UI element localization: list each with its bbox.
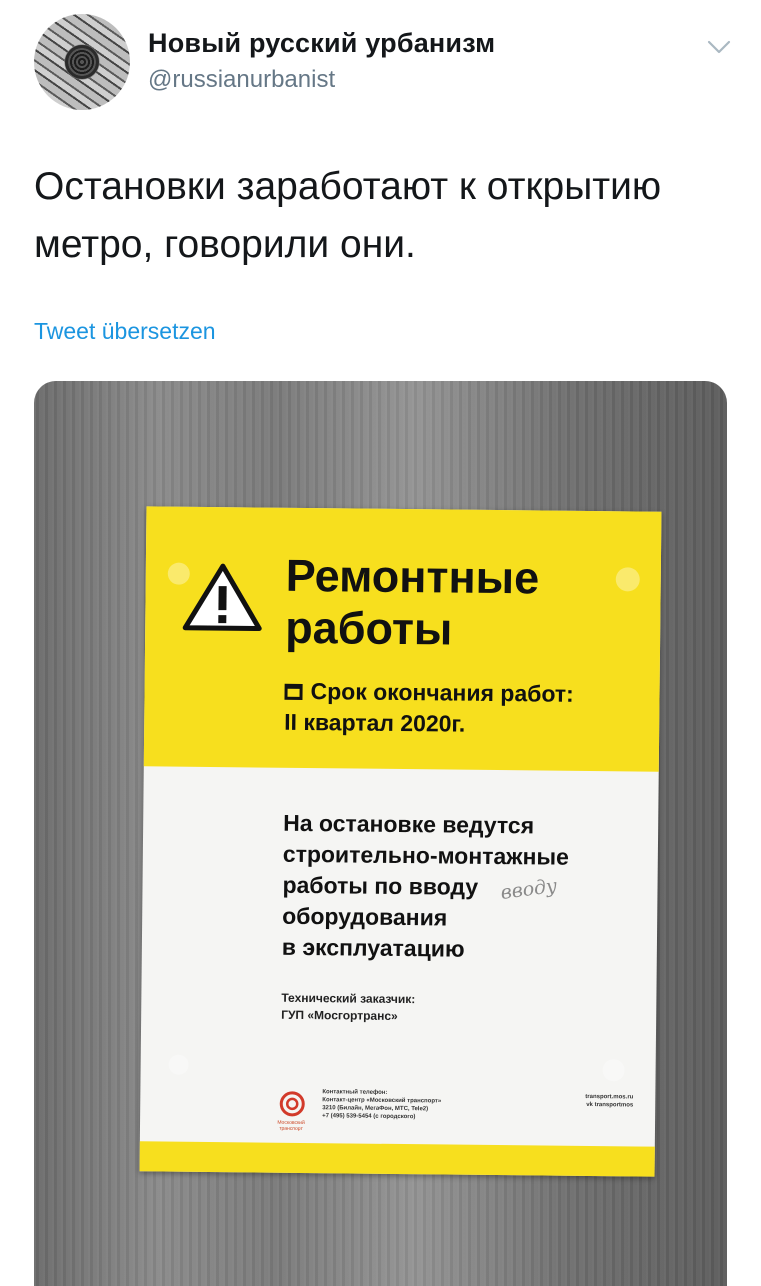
repair-notice-poster: Ремонтные работы Срок окончания работ: I… [139,506,662,1177]
notice-line: работы по вводу [282,871,479,900]
deadline-label: Срок окончания работ: [310,678,574,707]
poster-title-line: Ремонтные [285,549,540,604]
translate-tweet-link[interactable]: Tweet übersetzen [34,318,216,345]
poster-yellow-footer [139,1141,655,1177]
poster-title-line: работы [284,601,453,655]
user-handle[interactable]: @russianurbanist [148,66,335,94]
poster-title: Ремонтные работы [285,550,539,657]
chevron-down-icon[interactable] [706,38,732,56]
calendar-icon [284,683,303,700]
contact-line: +7 (495) 539-5454 (с городского) [322,1113,416,1121]
poster-contact: Контактный телефон: Контакт-центр «Моско… [322,1088,441,1121]
customer-name: ГУП «Мосгортранс» [281,1007,398,1023]
notice-line: На остановке ведутся [283,809,535,839]
poster-deadline: Срок окончания работ: II квартал 2020г. [284,676,574,741]
notice-line: оборудования [282,902,448,931]
display-name[interactable]: Новый русский урбанизм [148,28,495,59]
tape-mark [615,567,640,592]
tweet-header: Новый русский урбанизм @russianurbanist [0,0,761,120]
notice-line: в эксплуатацию [281,933,465,962]
deadline-value: II квартал 2020г. [284,708,466,737]
poster-website: transport.mos.ru vk transportmos [585,1093,633,1110]
manhole-cover-icon [65,45,99,79]
tape-mark [602,1059,625,1082]
avatar[interactable] [34,14,130,110]
poster-notice: На остановке ведутся строительно-монтажн… [282,808,624,967]
notice-line: строительно-монтажные [282,840,570,870]
logo-caption: Московский транспорт [277,1119,305,1132]
tweet-text: Остановки заработают к открытию метро, г… [34,165,662,266]
tape-mark [167,562,190,585]
tape-mark [168,1054,189,1075]
deadline-line: Срок окончания работ: [284,676,574,710]
customer-label: Технический заказчик: [281,990,416,1007]
moscow-transport-logo-icon [279,1091,305,1117]
warning-icon [182,563,262,632]
tweet-photo[interactable]: Ремонтные работы Срок окончания работ: I… [34,381,727,1286]
site-line: vk transportmos [586,1101,634,1109]
poster-customer: Технический заказчик: ГУП «Мосгортранс» [281,990,415,1025]
